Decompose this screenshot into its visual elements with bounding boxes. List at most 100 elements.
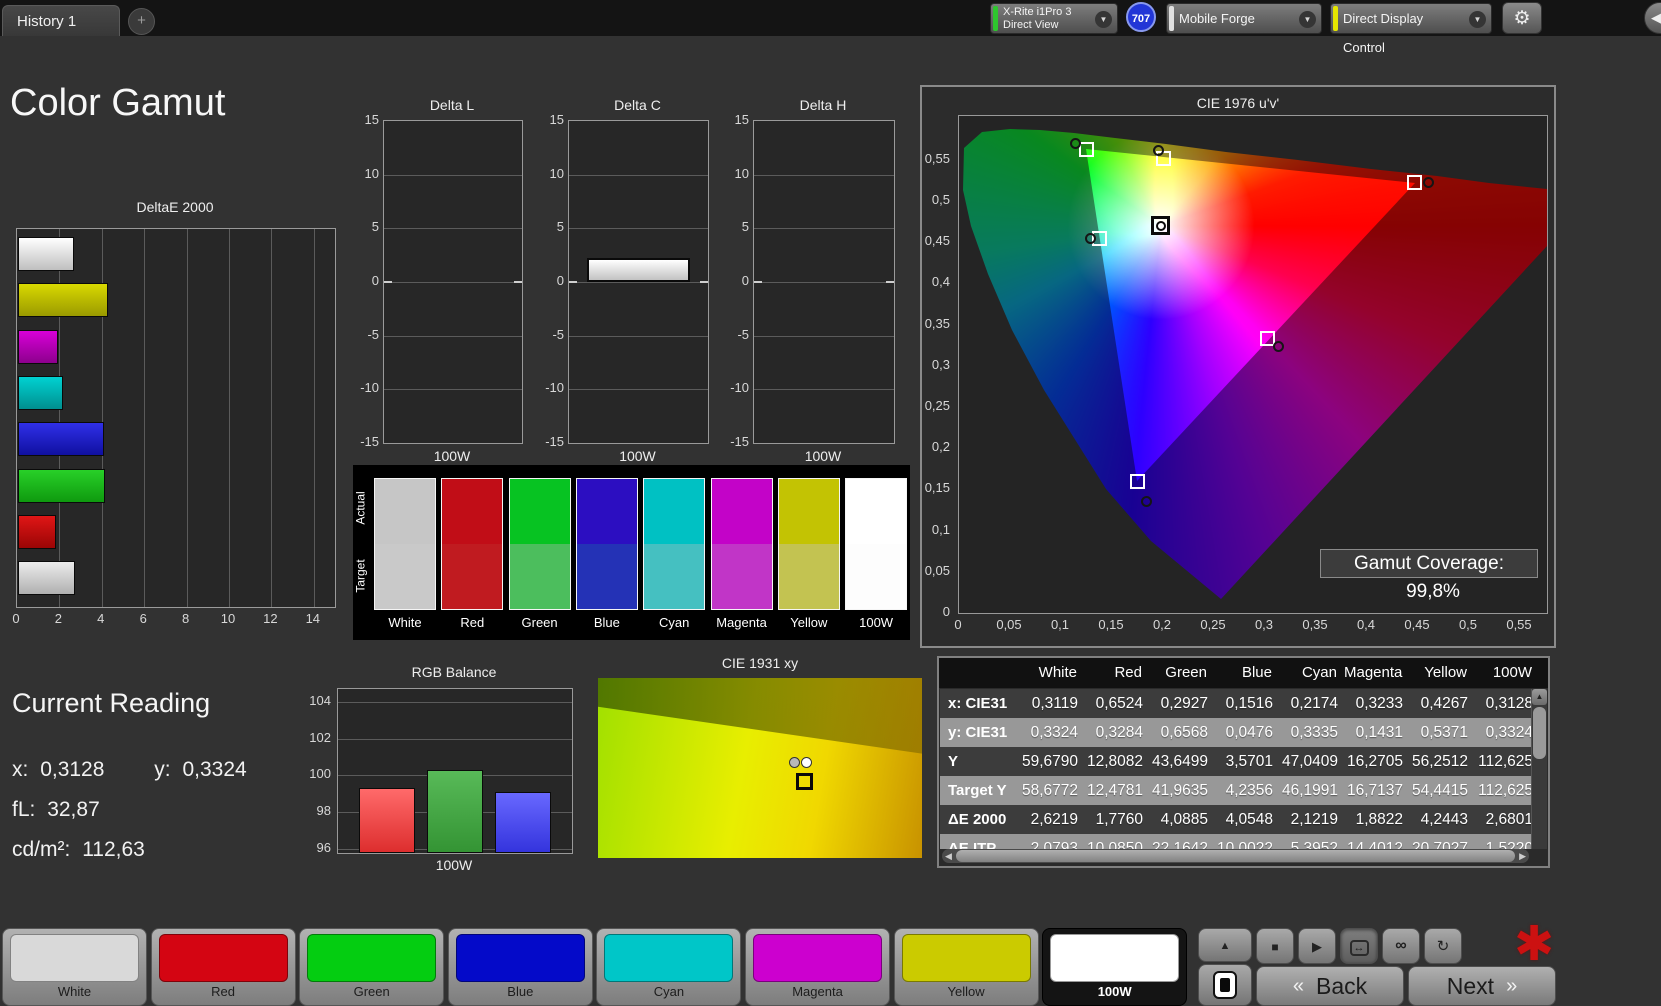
patch-color-swatch: [307, 934, 437, 982]
cie1931-shading: [598, 678, 922, 754]
white-point-marker: [1151, 216, 1171, 236]
horizontal-scroll-thumb[interactable]: [956, 850, 1515, 862]
scroll-up-arrow-icon[interactable]: ▲: [1532, 689, 1547, 705]
patch-color-swatch: [158, 934, 288, 982]
axis-tick-label: 10: [549, 165, 564, 181]
cell: 4,2443: [1420, 811, 1468, 828]
patch-button-magenta[interactable]: Magenta: [745, 928, 890, 1006]
axis-tick-label: 0: [12, 611, 20, 626]
cell: 56,2512: [1411, 753, 1468, 770]
gridline: [569, 174, 708, 176]
gridline: [229, 229, 230, 607]
pattern-window-button[interactable]: [1198, 964, 1252, 1006]
collapse-panel-button[interactable]: ◀: [1644, 2, 1661, 34]
green-measured-marker: [1069, 137, 1081, 149]
scroll-left-arrow-icon[interactable]: ◀: [945, 849, 952, 863]
axis-tick-label: 0,35: [924, 315, 950, 331]
gridline: [569, 389, 708, 391]
stop-button[interactable]: ■: [1256, 928, 1294, 964]
cell: 2,6219: [1030, 811, 1078, 828]
swatch-pair-100w: [845, 478, 908, 610]
play-button[interactable]: ▶: [1298, 928, 1336, 964]
current-reading-xy: x: 0,3128 y: 0,3324: [12, 758, 247, 781]
refresh-icon: ↻: [1436, 938, 1450, 955]
axis-tick-label: 0,5: [931, 192, 950, 207]
history-tab[interactable]: History 1: [2, 5, 120, 36]
expand-up-button[interactable]: ▲: [1198, 928, 1252, 962]
axis-tick-label: 0,1: [1050, 617, 1070, 632]
next-button-label: Next: [1446, 972, 1495, 999]
table-vertical-scrollbar[interactable]: ▲: [1531, 689, 1547, 849]
axis-tick-label: 0,15: [1098, 617, 1124, 632]
axis-tick-label: 104: [309, 693, 331, 708]
swatch-label: Red: [460, 615, 485, 630]
table-row: ΔE 2000 2,6219 1,7760 4,0885 4,0548 2,1219 1,8…: [940, 805, 1547, 834]
workflow-dropdown[interactable]: Direct Display Control ▼: [1330, 3, 1492, 55]
swatch-label: Cyan: [659, 615, 690, 630]
refresh-button[interactable]: ↻: [1424, 928, 1462, 964]
calman-color-gamut-screen: History 1 + X-Rite i1Pro 3 Direct View ▼…: [0, 0, 1661, 1006]
continuous-read-button[interactable]: ∞: [1382, 928, 1420, 964]
source-dropdown[interactable]: Mobile Forge ▼: [1166, 3, 1322, 34]
cell: 0,0476: [1225, 724, 1273, 741]
cell: 0,6568: [1160, 724, 1208, 741]
patch-color-swatch: [10, 934, 139, 982]
row-label: y: CIE31: [948, 724, 1008, 741]
chevron-left-icon: ◀: [1651, 10, 1661, 25]
axis-tick-label: 5: [556, 219, 564, 235]
patch-button-white[interactable]: White: [2, 928, 147, 1006]
actual-swatch: [778, 479, 839, 544]
meter-count-badge[interactable]: 707: [1126, 2, 1156, 32]
meter-dropdown[interactable]: X-Rite i1Pro 3 Direct View ▼: [990, 3, 1118, 34]
top-bar: History 1 + X-Rite i1Pro 3 Direct View ▼…: [0, 0, 1661, 55]
patch-button-red[interactable]: Red: [150, 928, 296, 1006]
patch-button-blue[interactable]: Blue: [447, 928, 593, 1006]
reading-cd-value: 112,63: [82, 838, 145, 861]
settings-button[interactable]: ⚙: [1502, 2, 1542, 34]
axis-tick-label: 15: [549, 112, 564, 127]
swatch-pair-blue: [575, 478, 638, 610]
gridline: [384, 389, 522, 391]
patch-button-100w[interactable]: 100W: [1042, 928, 1188, 1006]
scroll-right-arrow-icon[interactable]: ▶: [1519, 849, 1526, 863]
axis-tick-label: -10: [360, 380, 379, 396]
patch-button-cyan[interactable]: Cyan: [596, 928, 742, 1006]
patch-button-label: White: [57, 984, 92, 999]
patch-button-green[interactable]: Green: [299, 928, 445, 1006]
patch-button-label: Green: [353, 984, 390, 999]
gridline: [569, 228, 708, 230]
axis-tick-label: 6: [139, 611, 147, 626]
delta-l-chart-title: Delta L: [429, 97, 475, 113]
cie1976-chart-title: CIE 1976 u'v': [1196, 95, 1280, 111]
patch-button-label: 100W: [1097, 984, 1132, 999]
meter-dropdown-text: X-Rite i1Pro 3 Direct View: [1003, 4, 1091, 33]
bar-100w: [587, 258, 690, 282]
target-row-label: Target: [354, 559, 369, 593]
table-horizontal-scrollbar[interactable]: ◀ ▶: [942, 849, 1529, 863]
back-button[interactable]: « Back: [1256, 966, 1404, 1006]
pattern-range-button[interactable]: ↔: [1340, 928, 1378, 964]
delta-h-x-label: 100W: [804, 448, 842, 464]
zero-tick: [700, 281, 708, 283]
back-button-label: Back: [1315, 972, 1368, 999]
gridline: [144, 229, 146, 607]
swatch-pair-white: [374, 478, 436, 610]
axis-tick-label: 0,3: [931, 356, 950, 372]
patch-button-yellow[interactable]: Yellow: [893, 928, 1039, 1006]
delta-h-chart-title: Delta H: [799, 97, 847, 113]
rgb-balance-chart: [337, 688, 573, 854]
source-status-stripe: [1169, 6, 1174, 31]
deltae2000-chart-title: DeltaE 2000: [136, 199, 214, 215]
deltae2000-chart: [16, 228, 336, 608]
next-button[interactable]: Next »: [1408, 966, 1556, 1006]
table-corner-cell: [939, 658, 1019, 688]
patch-color-swatch: [1050, 934, 1180, 982]
cell: 12,8082: [1086, 753, 1143, 770]
vertical-scroll-thumb[interactable]: [1533, 707, 1546, 759]
cie1931-chart: [598, 678, 922, 858]
add-tab-button[interactable]: +: [128, 8, 155, 35]
patch-button-label: Magenta: [792, 984, 843, 999]
row-label: ΔE 2000: [948, 811, 1007, 828]
cell: 2,0793: [1030, 840, 1078, 849]
current-reading-title: Current Reading: [12, 688, 211, 718]
